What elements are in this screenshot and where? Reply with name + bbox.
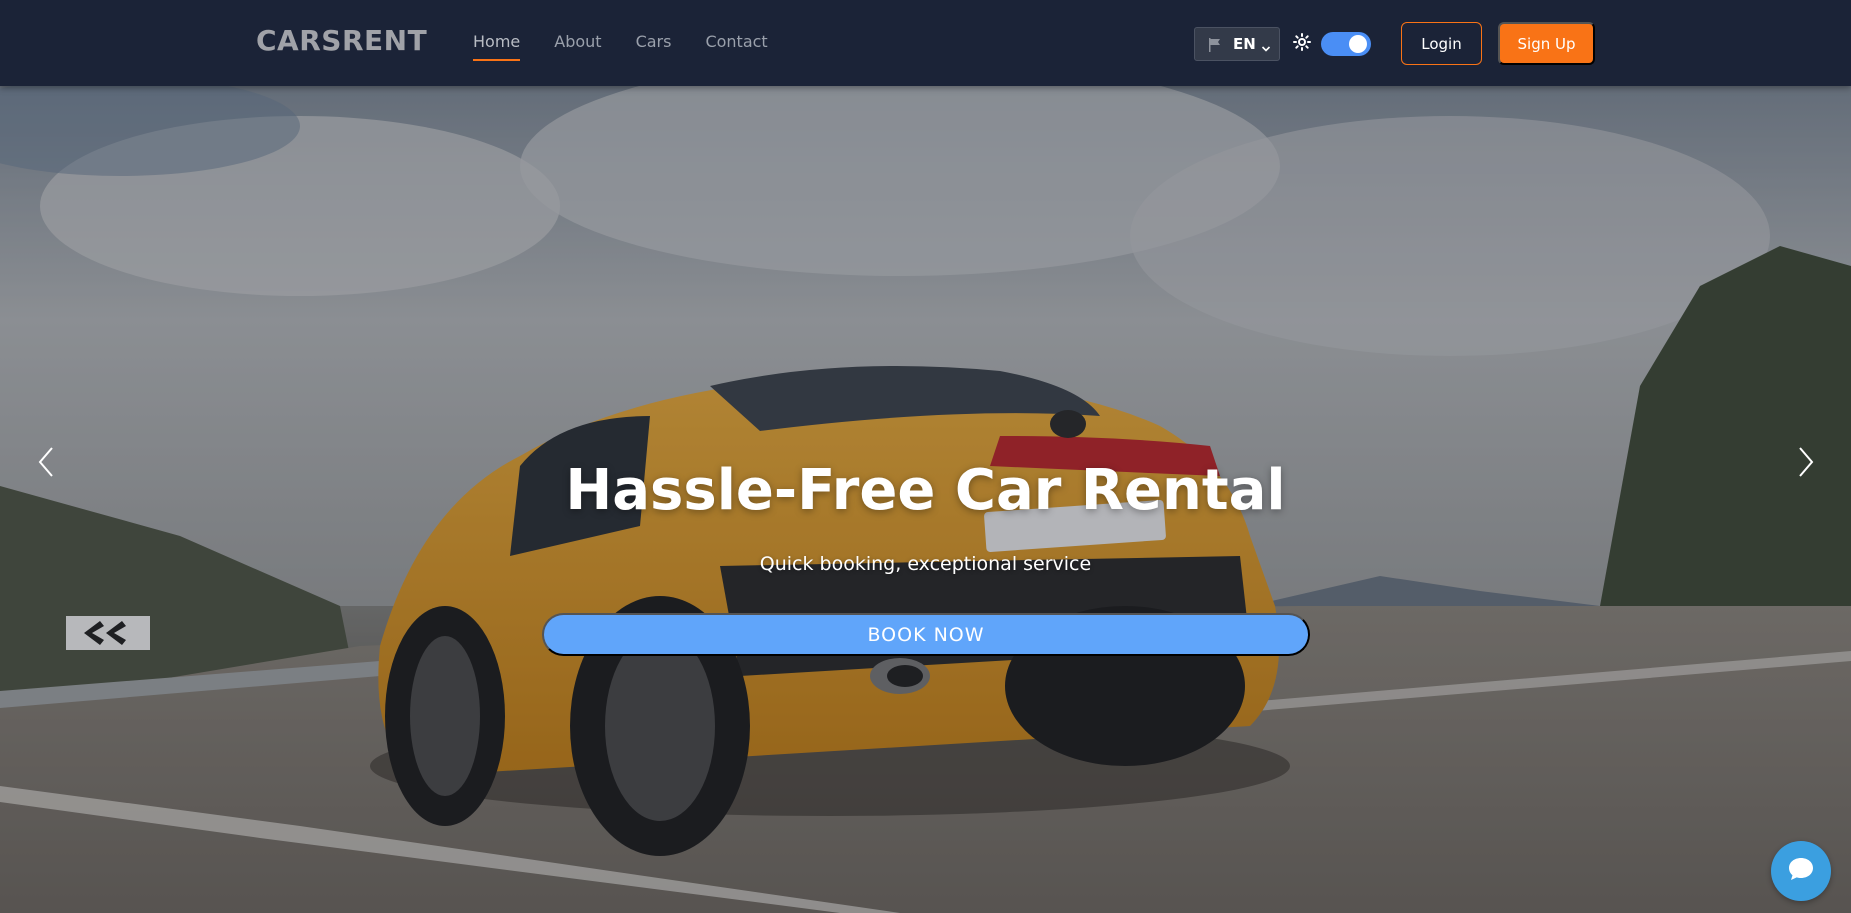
nav-link-contact[interactable]: Contact [705, 32, 767, 61]
navbar: CARSRENT Home About Cars Contact EN Logi… [0, 0, 1851, 86]
login-button[interactable]: Login [1401, 22, 1482, 65]
hero-subtitle: Quick booking, exceptional service [759, 553, 1092, 575]
nav-link-home[interactable]: Home [473, 32, 521, 61]
flag-icon [1209, 37, 1221, 52]
theme-toggle[interactable] [1321, 32, 1371, 56]
chat-bubble-icon [1787, 856, 1815, 886]
language-select[interactable]: EN [1194, 27, 1280, 61]
chat-button[interactable] [1771, 841, 1831, 901]
chevron-down-icon [1261, 39, 1271, 52]
book-now-button[interactable]: BOOK NOW [542, 613, 1310, 656]
toggle-knob [1349, 35, 1367, 53]
sun-icon [1293, 33, 1311, 51]
nav-link-about[interactable]: About [554, 32, 601, 61]
nav-link-cars[interactable]: Cars [636, 32, 672, 61]
hero-title: Hassle-Free Car Rental [565, 458, 1286, 523]
language-code: EN [1233, 35, 1256, 53]
brand-logo[interactable]: CARSRENT [256, 24, 427, 57]
signup-button[interactable]: Sign Up [1498, 22, 1595, 65]
hero-carousel: Hassle-Free Car Rental Quick booking, ex… [0, 86, 1851, 913]
main-nav: Home About Cars Contact [473, 32, 802, 61]
